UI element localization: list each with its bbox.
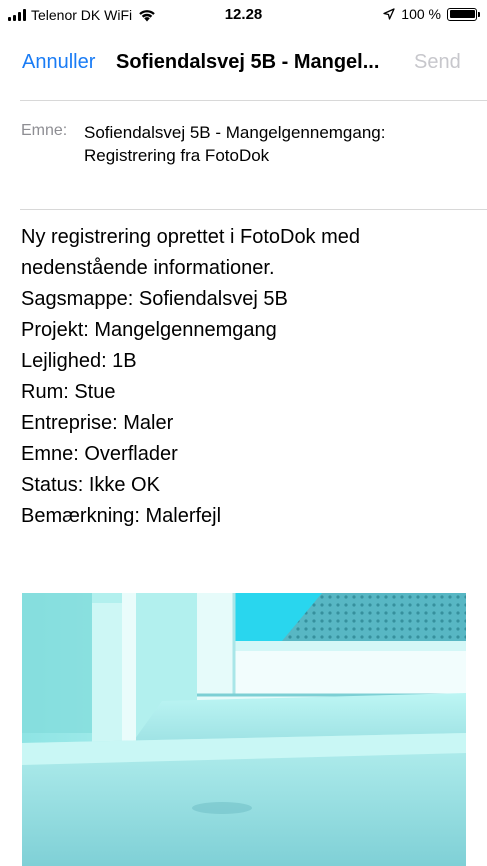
send-button[interactable]: Send: [414, 51, 461, 74]
body-line-status: Status: Ikke OK: [21, 474, 160, 496]
message-body[interactable]: Ny registrering oprettet i FotoDok med n…: [21, 222, 471, 532]
body-line-projekt: Projekt: Mangelgennemgang: [21, 319, 277, 341]
window-sill-photo: [22, 593, 466, 866]
body-line-emne: Emne: Overflader: [21, 443, 178, 465]
subject-label: Emne:: [21, 122, 68, 139]
battery-icon: [447, 7, 480, 21]
header-divider: [20, 100, 487, 101]
body-line-rum: Rum: Stue: [21, 381, 116, 403]
body-line-intro-2: nedenstående informationer.: [21, 257, 275, 279]
body-line-lejlighed: Lejlighed: 1B: [21, 350, 137, 372]
status-bar-right: 100 %: [383, 6, 480, 22]
subject-field[interactable]: Sofiendalsvej 5B - Mangelgennemgang: Reg…: [84, 121, 464, 167]
subject-divider: [20, 209, 487, 210]
body-line-bemaerkning: Bemærkning: Malerfejl: [21, 505, 222, 527]
cancel-button[interactable]: Annuller: [22, 51, 95, 74]
status-bar: Telenor DK WiFi 12.28 100 %: [0, 0, 487, 30]
body-line-intro-1: Ny registrering oprettet i FotoDok med: [21, 226, 361, 248]
body-line-entreprise: Entreprise: Maler: [21, 412, 174, 434]
battery-percentage: 100 %: [401, 6, 441, 22]
navigation-bar: Annuller Sofiendalsvej 5B - Mangel... Se…: [0, 30, 487, 94]
location-arrow-icon: [383, 8, 395, 20]
page-title: Sofiendalsvej 5B - Mangel...: [116, 51, 380, 73]
attached-photo[interactable]: [22, 593, 466, 866]
body-line-sagsmappe: Sagsmappe: Sofiendalsvej 5B: [21, 288, 288, 310]
